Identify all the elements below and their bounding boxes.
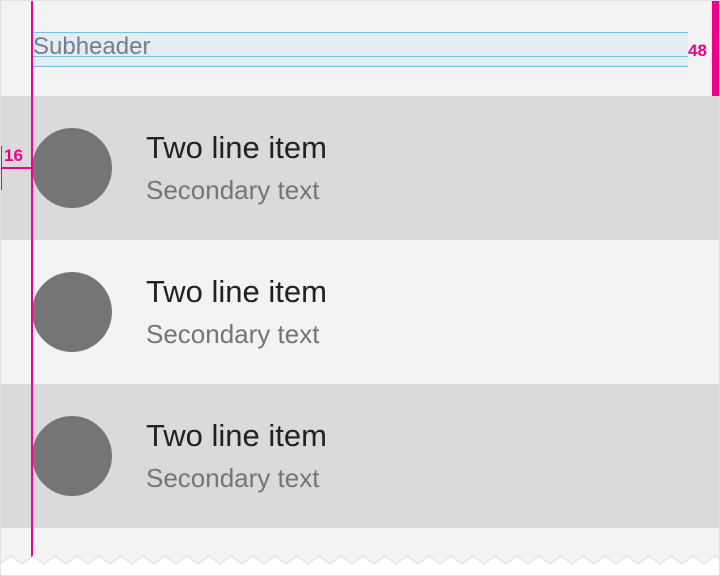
list-item[interactable]: Two line item Secondary text: [0, 240, 720, 384]
subheader-label: Subheader: [33, 33, 151, 60]
margin-marker-horizontal: [0, 167, 31, 169]
height-annotation-label: 48: [688, 41, 707, 60]
keyline-marker: [31, 0, 33, 572]
avatar: [32, 416, 112, 496]
primary-text: Two line item: [146, 130, 327, 165]
avatar: [32, 128, 112, 208]
list-item[interactable]: Two line item Secondary text: [0, 96, 720, 240]
margin-annotation-label: 16: [4, 146, 23, 165]
torn-edge: [0, 555, 720, 576]
list-item[interactable]: Two line item Secondary text: [0, 384, 720, 528]
secondary-text: Secondary text: [146, 319, 320, 349]
primary-text: Two line item: [146, 418, 327, 453]
secondary-text: Secondary text: [146, 175, 320, 205]
secondary-text: Secondary text: [146, 463, 320, 493]
height-marker-bar: [712, 0, 720, 96]
primary-text: Two line item: [146, 274, 327, 309]
spec-canvas: Subheader Two line item Secondary text T…: [0, 0, 720, 576]
avatar: [32, 272, 112, 352]
